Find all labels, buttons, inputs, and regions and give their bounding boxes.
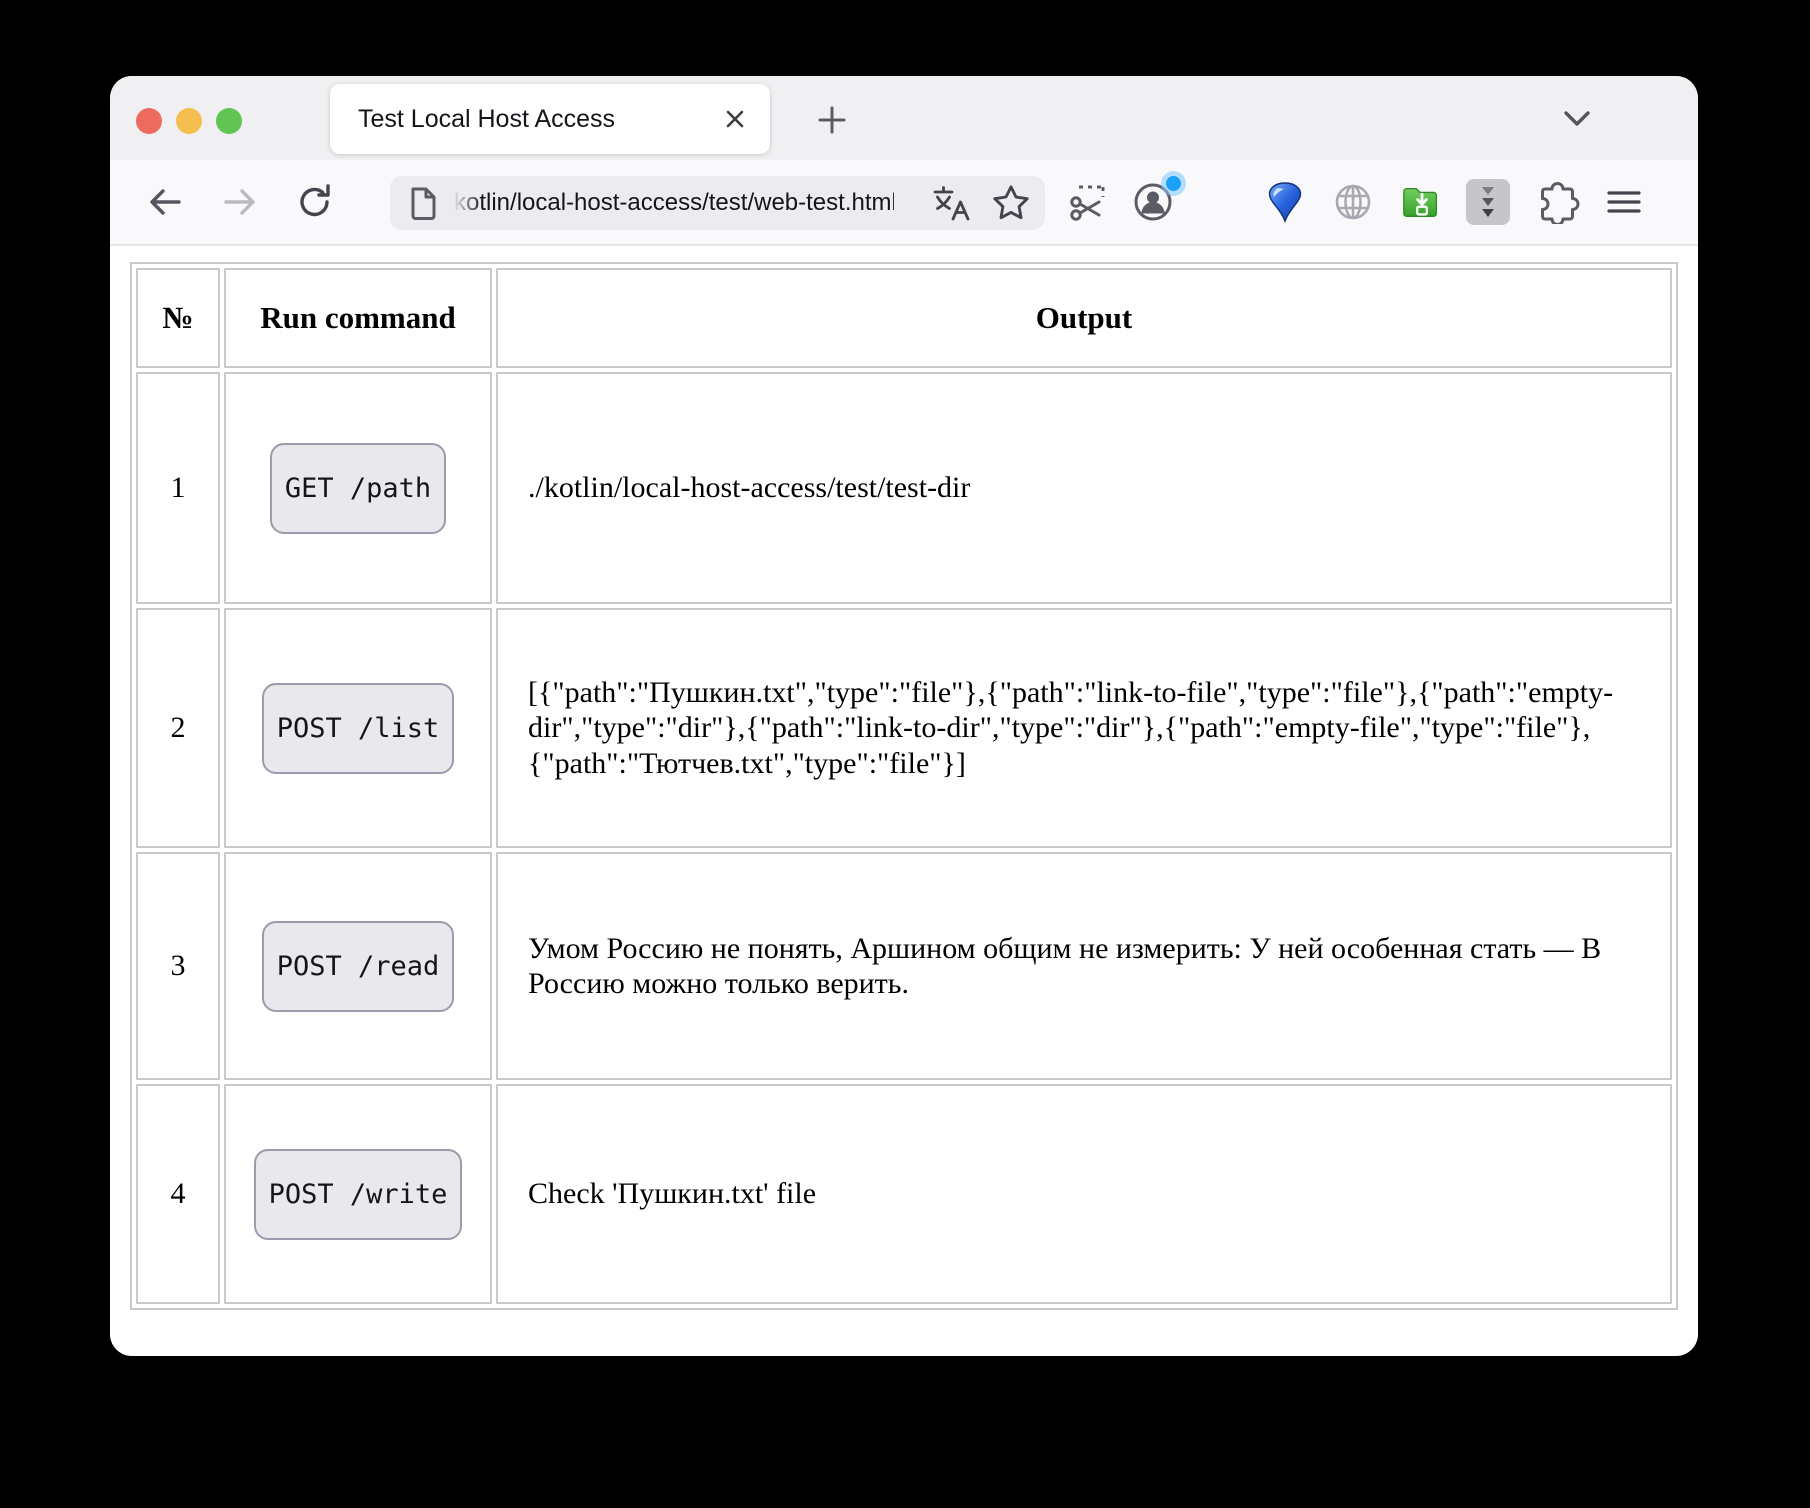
test-results-table: № Run command Output 1 GET /path ./kotli… <box>130 262 1678 1310</box>
row-number: 2 <box>136 608 220 848</box>
output-cell: Умом Россию не понять, Аршином общим не … <box>496 852 1672 1080</box>
url-text: kotlin/local-host-access/test/web-test.h… <box>454 189 894 217</box>
account-icon[interactable] <box>1131 180 1175 224</box>
tab-bar: Test Local Host Access <box>110 76 1698 160</box>
table-row: 3 POST /read Умом Россию не понять, Арши… <box>136 852 1672 1080</box>
notification-badge <box>1166 176 1181 191</box>
translate-icon[interactable] <box>931 183 973 223</box>
extensions-puzzle-icon[interactable] <box>1536 180 1580 224</box>
table-row: 2 POST /list [{"path":"Пушкин.txt","type… <box>136 608 1672 848</box>
forward-button[interactable] <box>218 180 262 224</box>
get-path-button[interactable]: GET /path <box>270 443 446 534</box>
row-number: 4 <box>136 1084 220 1304</box>
post-read-button[interactable]: POST /read <box>262 921 455 1012</box>
output-cell: ./kotlin/local-host-access/test/test-dir <box>496 372 1672 604</box>
minimize-window-button[interactable] <box>176 108 202 134</box>
row-number: 3 <box>136 852 220 1080</box>
page-content: № Run command Output 1 GET /path ./kotli… <box>110 246 1698 1356</box>
funnel-extension-icon[interactable] <box>1263 180 1307 224</box>
url-fade-overlay <box>448 185 482 221</box>
back-button[interactable] <box>143 180 187 224</box>
browser-window: Test Local Host Access <box>110 76 1698 1356</box>
post-write-button[interactable]: POST /write <box>254 1149 463 1240</box>
output-cell: Check 'Пушкин.txt' file <box>496 1084 1672 1304</box>
tab-close-icon[interactable] <box>718 102 752 136</box>
row-number: 1 <box>136 372 220 604</box>
zoom-window-button[interactable] <box>216 108 242 134</box>
screenshot-scissors-icon[interactable] <box>1066 180 1110 224</box>
globe-extension-icon[interactable] <box>1331 180 1375 224</box>
header-output: Output <box>496 268 1672 368</box>
bookmark-star-icon[interactable] <box>991 183 1031 223</box>
tab-title: Test Local Host Access <box>358 105 710 134</box>
download-folder-extension-icon[interactable] <box>1400 180 1444 224</box>
list-all-tabs-button[interactable] <box>1555 96 1599 140</box>
close-window-button[interactable] <box>136 108 162 134</box>
output-cell: [{"path":"Пушкин.txt","type":"file"},{"p… <box>496 608 1672 848</box>
header-run-command: Run command <box>224 268 492 368</box>
post-list-button[interactable]: POST /list <box>262 683 455 774</box>
page-document-icon[interactable] <box>406 184 440 222</box>
active-tab[interactable]: Test Local Host Access <box>330 84 770 154</box>
url-bar[interactable]: kotlin/local-host-access/test/web-test.h… <box>390 176 1045 230</box>
navigation-toolbar: kotlin/local-host-access/test/web-test.h… <box>110 160 1698 246</box>
table-row: 1 GET /path ./kotlin/local-host-access/t… <box>136 372 1672 604</box>
menu-hamburger-icon[interactable] <box>1602 180 1646 224</box>
download-chevrons-extension-icon[interactable] <box>1466 180 1510 224</box>
header-number: № <box>136 268 220 368</box>
table-row: 4 POST /write Check 'Пушкин.txt' file <box>136 1084 1672 1304</box>
reload-button[interactable] <box>293 180 337 224</box>
table-header-row: № Run command Output <box>136 268 1672 368</box>
new-tab-button[interactable] <box>810 98 854 142</box>
